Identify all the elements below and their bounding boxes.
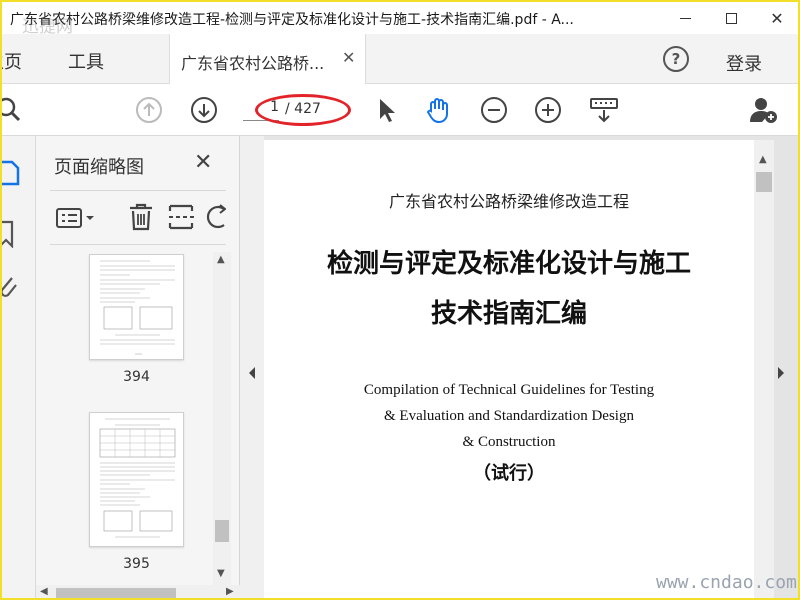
panel-scroll-thumb[interactable]	[215, 520, 229, 542]
panel-horizontal-scrollbar[interactable]: ◀ ▶	[36, 585, 240, 598]
scroll-up-icon[interactable]: ▲	[217, 254, 225, 265]
tab-tools[interactable]: 工具	[68, 48, 104, 74]
attachment-icon[interactable]	[0, 274, 20, 300]
window-title: 广东省农村公路桥梁维修改造工程-检测与评定及标准化设计与施工-技术指南汇编.pd…	[10, 12, 574, 28]
extract-pages-icon[interactable]	[168, 203, 194, 231]
document-scroll-thumb[interactable]	[756, 172, 772, 192]
login-button[interactable]: 登录	[726, 50, 762, 76]
scroll-right-icon[interactable]: ▶	[226, 586, 234, 597]
panel-collapse-handle[interactable]	[240, 136, 264, 598]
minimize-button[interactable]	[662, 2, 708, 34]
options-menu-icon[interactable]	[56, 207, 96, 229]
minimize-icon	[679, 17, 691, 19]
trial-label: （试行）	[473, 463, 545, 484]
panel-toolbar	[50, 190, 226, 245]
maximize-button[interactable]	[708, 2, 754, 34]
delete-icon[interactable]	[127, 203, 155, 231]
tab-document-label: 广东省农村公路桥...	[181, 54, 325, 73]
doc-scroll-up-icon[interactable]: ▲	[759, 154, 767, 165]
tab-close-icon[interactable]: ✕	[342, 48, 355, 67]
tab-document[interactable]: 广东省农村公路桥... ✕	[169, 34, 366, 84]
thumbnail-page-394[interactable]	[89, 254, 184, 360]
tab-bar: 主页 工具 广东省农村公路桥... ✕ ? 登录	[2, 34, 798, 84]
left-icon-strip	[0, 136, 36, 598]
thumbnail-label-395: 395	[123, 556, 150, 572]
select-cursor-icon[interactable]	[372, 96, 400, 124]
pdf-page: 广东省农村公路桥梁维修改造工程 检测与评定及标准化设计与施工 技术指南汇编 Co…	[264, 140, 754, 598]
title-bar: 广东省农村公路桥梁维修改造工程-检测与评定及标准化设计与施工-技术指南汇编.pd…	[2, 2, 798, 37]
thumbnail-page-395[interactable]	[89, 412, 184, 547]
bookmark-icon[interactable]	[0, 220, 18, 248]
english-title-line3: & Construction	[462, 434, 556, 450]
close-icon: ✕	[770, 8, 784, 28]
page-thumbnails-icon[interactable]	[0, 160, 20, 186]
rotate-icon[interactable]	[206, 203, 226, 231]
hand-tool-icon[interactable]	[424, 96, 452, 124]
scroll-down-icon[interactable]: ▼	[217, 568, 225, 579]
document-viewer[interactable]: 广东省农村公路桥梁维修改造工程 检测与评定及标准化设计与施工 技术指南汇编 Co…	[264, 136, 798, 598]
toolbar: 1 / 427	[2, 84, 798, 136]
close-window-button[interactable]: ✕	[754, 2, 798, 34]
page-heading-line1: 检测与评定及标准化设计与施工	[326, 249, 691, 279]
site-watermark: www.cndao.com	[656, 572, 797, 593]
page-subtitle: 广东省农村公路桥梁维修改造工程	[388, 192, 629, 211]
tab-home[interactable]: 主页	[2, 48, 22, 74]
page-heading-line2: 技术指南汇编	[430, 299, 587, 329]
previous-page-icon[interactable]	[135, 96, 163, 124]
zoom-in-icon[interactable]	[534, 96, 562, 124]
next-page-icon[interactable]	[190, 96, 218, 124]
english-title-line1: Compilation of Technical Guidelines for …	[363, 382, 655, 398]
add-user-icon[interactable]	[750, 96, 778, 124]
keyboard-scroll-icon[interactable]	[590, 96, 618, 124]
expand-right-icon[interactable]	[776, 366, 786, 380]
document-vertical-scrollbar[interactable]: ▲	[754, 140, 774, 598]
panel-close-icon[interactable]: ✕	[194, 150, 212, 175]
thumbnail-preview	[100, 260, 175, 355]
thumbnail-preview	[99, 418, 176, 538]
english-title-line2: & Evaluation and Standardization Design	[384, 408, 634, 424]
help-icon[interactable]: ?	[663, 46, 689, 72]
search-icon[interactable]	[0, 96, 24, 124]
thumbnail-label-394: 394	[123, 369, 150, 385]
scroll-left-icon[interactable]: ◀	[40, 586, 48, 597]
panel-vertical-scrollbar[interactable]: ▲ ▼	[213, 252, 231, 586]
zoom-out-icon[interactable]	[480, 96, 508, 124]
app-window: 广东省农村公路桥梁维修改造工程-检测与评定及标准化设计与施工-技术指南汇编.pd…	[0, 0, 800, 600]
highlight-ellipse	[255, 94, 351, 126]
panel-title: 页面缩略图	[54, 157, 144, 178]
maximize-icon	[725, 12, 737, 24]
thumbnail-panel: 页面缩略图 ✕ 394 395 ▲ ▼ ◀ ▶	[36, 136, 240, 598]
collapse-arrow-icon[interactable]	[247, 366, 257, 380]
panel-hscroll-thumb[interactable]	[56, 588, 176, 598]
